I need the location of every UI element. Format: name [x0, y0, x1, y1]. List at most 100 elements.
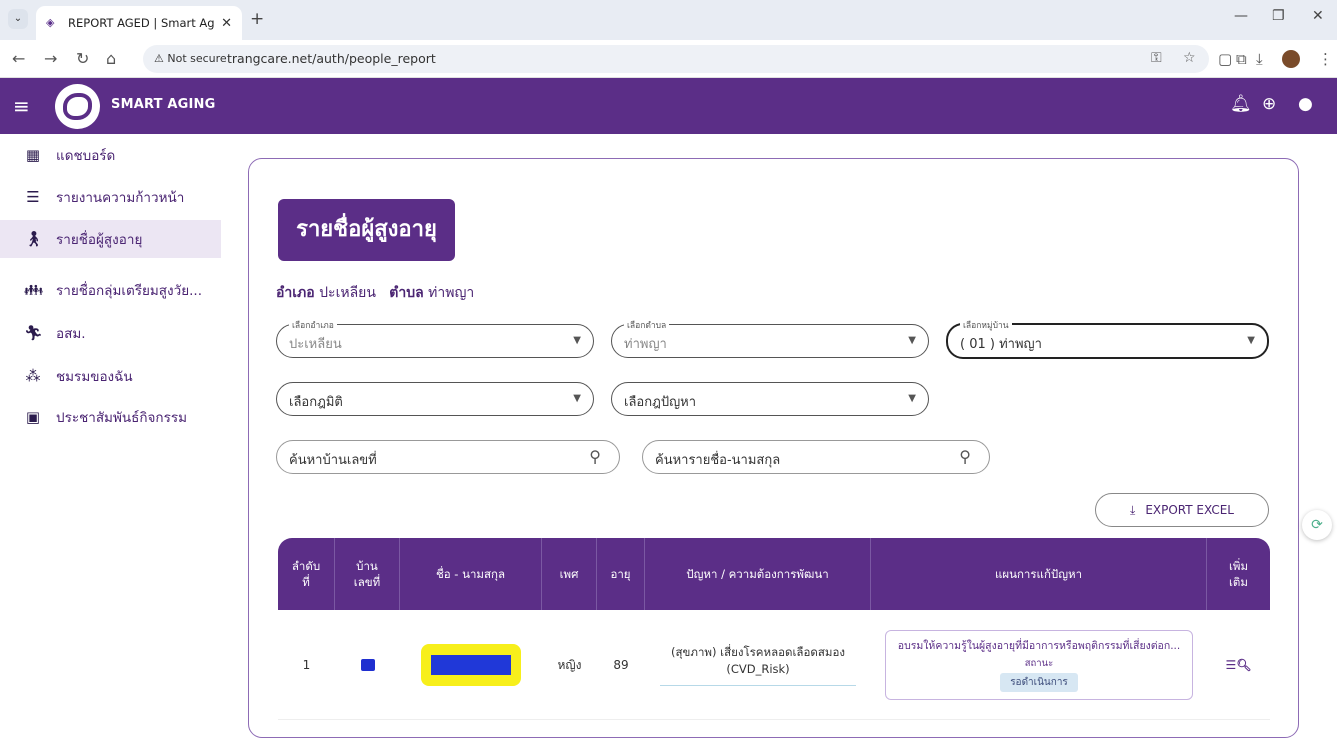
sidebar-item-dashboard[interactable]: ▦ แดชบอร์ด	[0, 136, 221, 174]
sidebar-item-osm[interactable]: 🏃︎ อสม.	[0, 314, 221, 352]
house-icon[interactable]	[360, 659, 375, 671]
problem-select-value: เลือกฎปัญหา	[624, 395, 697, 410]
back-icon[interactable]: ←	[12, 49, 25, 68]
page-title: รายชื่อผู้สูงอายุ	[278, 199, 455, 261]
cell-no: 1	[302, 658, 311, 672]
col-sex[interactable]: เพศ	[542, 538, 597, 610]
more-menu-icon[interactable]: ⋮	[1318, 50, 1333, 68]
house-search-placeholder: ค้นหาบ้านเลขที่	[289, 453, 377, 468]
village-select-value: ( 01 ) ท่าพญา	[960, 337, 1042, 352]
table-row: 1 หญิง 89 (สุขภาพ) เสี่ยงโรคหลอดเลือดสมอ…	[278, 610, 1270, 720]
village-select-legend: เลือกหมู่บ้าน	[960, 318, 1012, 332]
home-icon[interactable]: ⌂	[106, 49, 116, 68]
search-icon[interactable]: ⚲	[589, 447, 601, 466]
cell-age: 89	[613, 658, 629, 672]
url-text[interactable]: trangcare.net/auth/people_report	[227, 51, 436, 66]
district-select-legend: เลือกอำเภอ	[289, 318, 337, 332]
sidebar-item-preparing[interactable]: 👪︎ รายชื่อกลุ่มเตรียมสูงวัย...	[0, 271, 221, 309]
list-icon: ☰	[26, 188, 40, 206]
plan-text: อบรมให้ความรู้ในผู้สูงอายุที่มีอาการหรือ…	[897, 640, 1181, 652]
district-select-value: ปะเหลียน	[289, 337, 342, 352]
chevron-down-icon: ▼	[1247, 335, 1255, 346]
tab-title: REPORT AGED | Smart Ageing	[68, 16, 215, 30]
not-secure-badge[interactable]: ⚠ Not secure	[148, 49, 233, 69]
subdistrict-value: ท่าพญา	[428, 285, 475, 301]
bell-icon[interactable]: 🔔︎	[1230, 94, 1252, 114]
app-header: ≡ SMART AGING 🔔︎ ⊕ ●	[0, 78, 1337, 134]
browser-tab[interactable]: ◈ REPORT AGED | Smart Ageing ✕	[36, 6, 242, 40]
cell-name	[400, 610, 542, 720]
close-window-icon[interactable]: ✕	[1312, 8, 1324, 24]
omnibox[interactable]: ⚠ Not secure trangcare.net/auth/people_r…	[143, 45, 1209, 73]
col-problem[interactable]: ปัญหา / ความต้องการพัฒนา	[645, 538, 871, 610]
profile-avatar[interactable]	[1282, 50, 1300, 68]
search-icon[interactable]: ⚲	[959, 447, 971, 466]
redacted-name	[421, 644, 521, 686]
details-icon[interactable]: ☰🔍	[1226, 658, 1252, 672]
plan-box[interactable]: อบรมให้ความรู้ในผู้สูงอายุที่มีอาการหรือ…	[885, 630, 1193, 700]
sidebar-item-label: รายชื่อผู้สูงอายุ	[56, 232, 143, 248]
col-name[interactable]: ชื่อ - นามสกุล	[400, 538, 542, 610]
sidebar-item-elderly[interactable]: 🚶︎ รายชื่อผู้สูงอายุ	[0, 220, 221, 258]
close-tab-icon[interactable]: ✕	[221, 16, 232, 31]
subdistrict-select-legend: เลือกตำบล	[624, 318, 670, 332]
status-label: สถานะ	[1024, 658, 1054, 669]
sidebar-item-club[interactable]: ⁂ ชมรมของฉัน	[0, 357, 221, 395]
name-search-input[interactable]: ค้นหารายชื่อ-นามสกุล ⚲	[642, 440, 990, 474]
password-key-icon[interactable]: ⚿	[1151, 50, 1162, 66]
district-label: อำเภอ	[276, 285, 315, 301]
reload-icon[interactable]: ↻	[76, 49, 89, 68]
subdistrict-select[interactable]: เลือกตำบล ท่าพญา ▼	[611, 318, 929, 358]
download-icon: ⤓	[1130, 502, 1136, 517]
photo-icon: ▣	[25, 408, 41, 426]
col-plan[interactable]: แผนการแก้ปัญหา	[871, 538, 1207, 610]
cell-problem: (สุขภาพ) เสี่ยงโรคหลอดเลือดสมอง (CVD_Ris…	[645, 610, 871, 720]
download-icon[interactable]: ⤓	[1256, 50, 1263, 68]
col-more[interactable]: เพิ่ม เติม	[1207, 538, 1270, 610]
subdistrict-select-value: ท่าพญา	[624, 337, 667, 352]
district-select[interactable]: เลือกอำเภอ ปะเหลียน ▼	[276, 318, 594, 358]
group-icon: ⁂	[25, 367, 41, 385]
floating-helper-icon[interactable]: ⟳	[1302, 510, 1332, 540]
bookmark-star-icon[interactable]: ☆	[1183, 50, 1196, 66]
chevron-down-icon: ▼	[573, 393, 581, 404]
new-tab-icon[interactable]: +	[250, 9, 264, 29]
account-icon[interactable]: ●	[1298, 94, 1313, 114]
tab-search-icon[interactable]: ⌄	[8, 9, 28, 29]
status-select[interactable]: เลือกฎมิติ ▼	[276, 382, 594, 416]
forward-icon[interactable]: →	[44, 49, 57, 68]
cell-plan: อบรมให้ความรู้ในผู้สูงอายุที่มีอาการหรือ…	[871, 610, 1207, 720]
col-no[interactable]: ลำดับ ที่	[278, 538, 335, 610]
extensions-puzzle-icon[interactable]: ⧉	[1236, 50, 1247, 68]
extension-square-icon[interactable]: ▢	[1218, 50, 1232, 68]
elderly-icon: 🚶︎	[24, 230, 44, 248]
name-search-placeholder: ค้นหารายชื่อ-นามสกุล	[655, 453, 781, 468]
globe-icon[interactable]: ⊕	[1262, 94, 1276, 114]
main-card: รายชื่อผู้สูงอายุ อำเภอ ปะเหลียน ตำบล ท่…	[248, 158, 1299, 738]
brand-name: SMART AGING	[111, 97, 216, 112]
minimize-icon[interactable]: —	[1234, 8, 1248, 24]
sidebar-item-pr[interactable]: ▣ ประชาสัมพันธ์กิจกรรม	[0, 398, 221, 436]
restore-icon[interactable]: ❐	[1272, 8, 1285, 24]
subdistrict-label: ตำบล	[389, 285, 424, 301]
cell-sex: หญิง	[557, 657, 582, 672]
browser-tab-bar: ⌄ ◈ REPORT AGED | Smart Ageing ✕ + — ❐ ✕	[0, 0, 1337, 40]
dashboard-icon: ▦	[25, 146, 41, 164]
sidebar: ▦ แดชบอร์ด ☰ รายงานความก้าวหน้า 🚶︎ รายชื…	[0, 134, 221, 715]
sidebar-item-progress[interactable]: ☰ รายงานความก้าวหน้า	[0, 178, 221, 216]
walking-icon: 🏃︎	[24, 324, 44, 342]
house-search-input[interactable]: ค้นหาบ้านเลขที่ ⚲	[276, 440, 620, 474]
col-house[interactable]: บ้าน เลขที่	[335, 538, 400, 610]
village-select[interactable]: เลือกหมู่บ้าน ( 01 ) ท่าพญา ▼	[946, 318, 1269, 359]
sidebar-item-label: ชมรมของฉัน	[56, 369, 133, 385]
problem-select[interactable]: เลือกฎปัญหา ▼	[611, 382, 929, 416]
brand-logo	[55, 84, 100, 129]
export-excel-button[interactable]: ⤓ EXPORT EXCEL	[1095, 493, 1269, 527]
sidebar-item-label: อสม.	[56, 326, 86, 342]
cell-house[interactable]	[335, 610, 400, 720]
col-age[interactable]: อายุ	[597, 538, 645, 610]
family-icon: 👪︎	[24, 281, 44, 299]
favicon-icon: ◈	[46, 16, 55, 29]
menu-icon[interactable]: ≡	[13, 96, 30, 116]
sidebar-item-label: ประชาสัมพันธ์กิจกรรม	[56, 410, 187, 426]
